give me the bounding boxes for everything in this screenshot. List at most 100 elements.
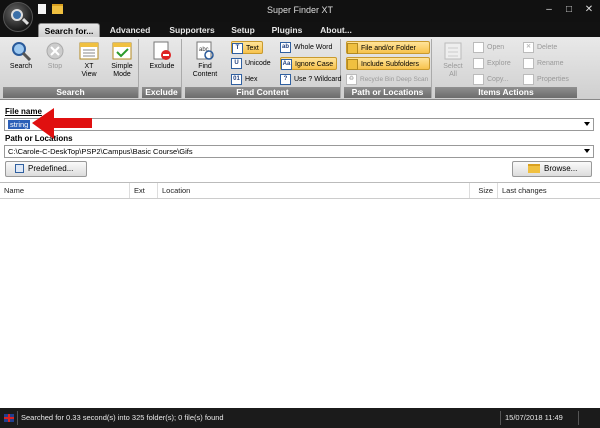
ignore-case-icon: Aa [281,58,292,70]
exclude-icon [151,41,173,61]
recycle-bin-option[interactable]: ♻ Recycle Bin Deep Scan [346,73,428,86]
find-content-button[interactable]: abc Find Content [189,41,221,85]
simple-mode-button[interactable]: Simple Mode [106,41,138,85]
wildcard-option[interactable]: ? Use ? Wildcard [280,73,341,86]
status-divider [17,411,18,425]
select-all-label-1: Select [443,63,463,70]
exclude-group: Exclude Exclude [142,39,182,98]
tab-setup[interactable]: Setup [228,23,258,37]
recycle-bin-icon: ♻ [346,73,357,85]
whole-word-icon: ab [280,41,291,53]
tab-about[interactable]: About... [316,23,356,37]
file-folder-option[interactable]: File and/or Folder [346,41,430,54]
status-bar: Searched for 0.33 second(s) into 325 fol… [0,408,600,428]
delete-action[interactable]: ✕ Delete [523,41,557,54]
find-content-icon: abc [194,41,216,61]
explore-action[interactable]: Explore [473,57,511,70]
xt-view-button[interactable]: XT View [73,41,105,85]
column-name[interactable]: Name [0,183,130,198]
column-size[interactable]: Size [470,183,498,198]
list-icon [15,164,24,174]
close-button[interactable]: ✕ [581,3,597,17]
xt-view-label-2: View [81,71,97,78]
find-content-group: abc Find Content T Text U Unicode 01 Hex ab… [185,39,341,98]
status-message: Searched for 0.33 second(s) into 325 fol… [21,413,224,422]
xt-view-label-1: XT [84,63,94,70]
text-option[interactable]: T Text [231,41,263,54]
select-all-icon [442,41,464,61]
tab-advanced[interactable]: Advanced [104,23,156,37]
rename-icon [523,57,534,69]
items-actions-group-label: Items Actions [435,87,577,98]
open-action[interactable]: Open [473,41,504,54]
copy-action[interactable]: Copy... [473,73,509,86]
ignore-case-option[interactable]: Aa Ignore Case [280,57,338,70]
tab-search-for[interactable]: Search for... [38,23,100,37]
find-content-label-2: Content [192,71,218,78]
simple-mode-icon [111,41,133,61]
status-datetime: 15/07/2018 11:49 [505,413,563,422]
browse-button[interactable]: Browse... [512,161,592,177]
ribbon-tabs: Search for... Advanced Supporters Setup … [0,22,600,37]
column-location[interactable]: Location [158,183,470,198]
window-title: Super Finder XT [266,5,334,15]
exclude-button[interactable]: Exclude [146,41,178,85]
hex-icon: 01 [231,73,242,85]
exclude-button-label: Exclude [149,63,175,70]
red-arrow-icon [32,108,92,139]
copy-icon [473,73,484,85]
search-button-label: Search [9,63,33,70]
select-all-button[interactable]: Select All [437,41,469,85]
app-menu-icon[interactable] [3,2,33,32]
simple-mode-label-2: Mode [113,71,131,78]
column-last-changes[interactable]: Last changes [498,183,600,198]
maximize-button[interactable]: □ [561,3,577,17]
status-divider [578,411,579,425]
explore-icon [473,57,484,69]
search-group: Search Stop XT View Simple Mode Search [3,39,139,98]
text-icon: T [232,42,243,54]
folder-icon [347,42,358,54]
open-icon [473,41,484,53]
search-group-label: Search [3,87,138,98]
path-input[interactable]: C:\Carole-C-DeskTop\PSP2\Campus\Basic Co… [4,145,594,158]
unicode-option[interactable]: U Unicode [231,57,271,70]
search-button[interactable]: Search [5,41,37,85]
tab-plugins[interactable]: Plugins [268,23,306,37]
stop-button-label: Stop [47,63,63,70]
properties-icon [523,73,534,85]
items-actions-group: Select All Open Explore Copy... ✕ Delete … [435,39,577,98]
status-divider [500,411,501,425]
exclude-group-label: Exclude [142,87,181,98]
language-flag-icon[interactable] [4,414,14,422]
hex-option[interactable]: 01 Hex [231,73,257,86]
magnifier-icon [10,41,32,62]
subfolders-icon [347,58,358,70]
folder-icon [528,164,540,174]
header-divider [0,198,600,199]
path-locations-group-label: Path or Locations [344,87,431,98]
minimize-button[interactable]: – [541,3,557,17]
delete-icon: ✕ [523,41,534,53]
xt-view-icon [78,41,100,61]
tab-supporters[interactable]: Supporters [163,23,221,37]
chevron-down-icon[interactable] [584,122,590,126]
include-subfolders-option[interactable]: Include Subfolders [346,57,430,70]
properties-action[interactable]: Properties [523,73,569,86]
stop-button[interactable]: Stop [39,41,71,85]
simple-mode-label-1: Simple [111,63,133,70]
find-content-group-label: Find Content [185,87,340,98]
chevron-down-icon[interactable] [584,149,590,153]
unicode-icon: U [231,57,242,69]
file-name-value: string [8,120,31,129]
column-ext[interactable]: Ext [130,183,158,198]
path-locations-group: File and/or Folder Include Subfolders ♻ R… [344,39,432,98]
predefined-button[interactable]: Predefined... [5,161,87,177]
whole-word-option[interactable]: ab Whole Word [280,41,332,54]
wildcard-icon: ? [280,73,291,85]
path-value: C:\Carole-C-DeskTop\PSP2\Campus\Basic Co… [8,147,193,156]
rename-action[interactable]: Rename [523,57,563,70]
results-table[interactable]: Name Ext Location Size Last changes [0,182,600,408]
select-all-label-2: All [449,71,457,78]
find-content-label-1: Find [198,63,212,70]
